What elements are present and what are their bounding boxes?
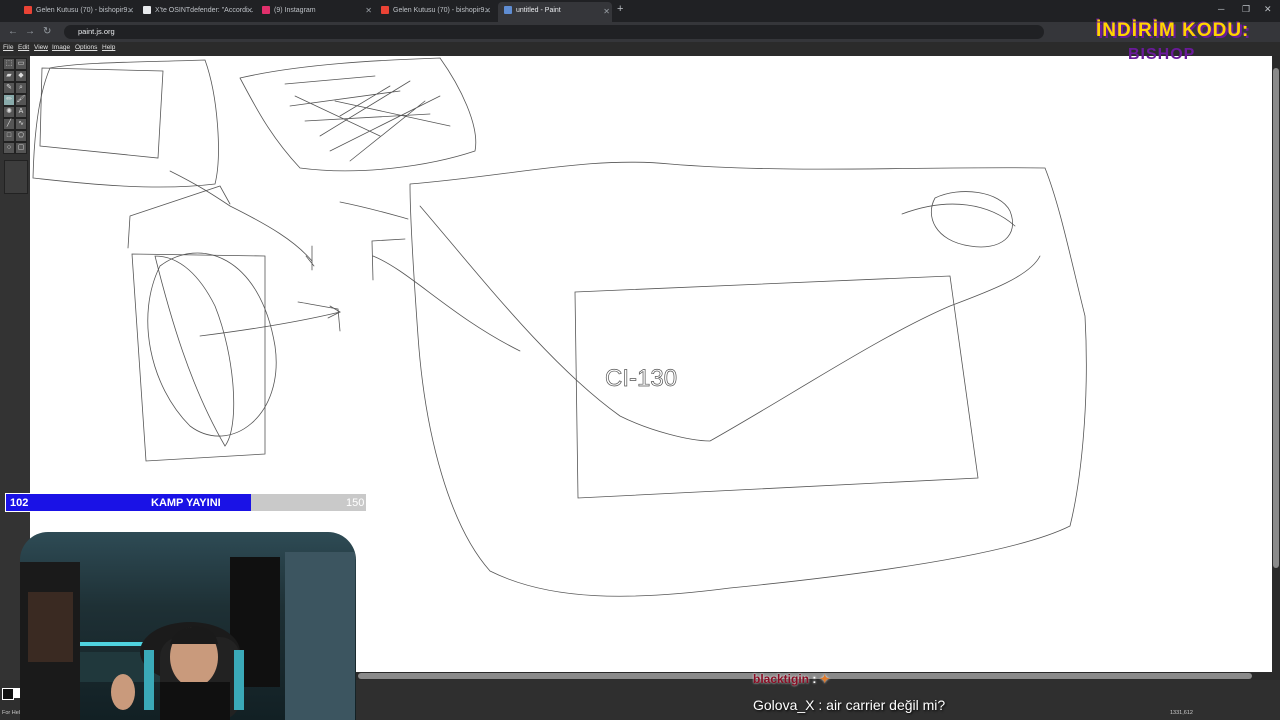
reload-icon[interactable]: ↻ <box>43 26 51 37</box>
text-icon[interactable]: A <box>15 106 27 118</box>
new-tab-button[interactable]: + <box>617 3 623 15</box>
rectangle-icon[interactable]: □ <box>3 130 15 142</box>
cursor-coordinates: 1331,612 <box>1170 710 1193 716</box>
tab-instagram[interactable]: (9) Instagram ✕ <box>262 3 374 19</box>
primary-color-swatch[interactable] <box>2 688 14 700</box>
tab-paint[interactable]: untitled - Paint ✕ <box>498 2 612 22</box>
progress-max: 150 <box>346 497 365 509</box>
sketch-mark <box>305 245 315 271</box>
airbrush-icon[interactable]: ✺ <box>3 106 15 118</box>
menu-file[interactable]: File <box>3 44 13 51</box>
chat-message-2: Golova_X : air carrier değil mi? <box>753 697 945 713</box>
close-icon[interactable]: ✕ <box>127 3 134 19</box>
menu-options[interactable]: Options <box>75 44 97 51</box>
tab-label: X'te OSINTdefender: "Accordi... <box>155 7 254 14</box>
line-icon[interactable]: ╱ <box>3 118 15 130</box>
forward-icon[interactable]: → <box>25 26 35 37</box>
tab-label: untitled - Paint <box>516 7 561 14</box>
webcam-image <box>20 552 355 720</box>
tab-gmail-2[interactable]: Gelen Kutusu (70) - bishopir9... ✕ <box>381 3 493 19</box>
curve-icon[interactable]: ∿ <box>15 118 27 130</box>
sketch-arrow-3 <box>371 238 521 352</box>
promo-code-value: BISHOP <box>1128 46 1196 63</box>
sketch-arc <box>901 203 1016 227</box>
chat-username: blacktigin <box>753 672 810 686</box>
sketch-line-2 <box>127 185 231 249</box>
eraser-icon[interactable]: ▰ <box>3 70 15 82</box>
rocket-emote-icon: ✦ <box>819 672 830 686</box>
fill-icon[interactable]: ◆ <box>15 70 27 82</box>
tab-label: Gelen Kutusu (70) - bishopir9... <box>393 7 491 14</box>
menu-view[interactable]: View <box>34 44 48 51</box>
progress-current: 102 <box>10 497 29 509</box>
ellipse-icon[interactable]: ○ <box>3 142 15 154</box>
tab-label: (9) Instagram <box>274 7 316 14</box>
menu-edit[interactable]: Edit <box>18 44 29 51</box>
color-picker-icon[interactable]: ✎ <box>3 82 15 94</box>
chat-message-1: blacktigin : ✦ <box>753 672 830 686</box>
sketch-ellipse-1 <box>147 252 277 437</box>
minimize-icon[interactable]: ─ <box>1218 4 1224 14</box>
sketch-line-1 <box>169 170 313 262</box>
tab-gmail-1[interactable]: Gelen Kutusu (70) - bishopir9... ✕ <box>24 3 136 19</box>
magnifier-icon[interactable]: ⌕ <box>15 82 27 94</box>
tab-x-post[interactable]: X'te OSINTdefender: "Accordi... ✕ <box>143 3 255 19</box>
close-icon[interactable]: ✕ <box>246 3 253 19</box>
vertical-scrollbar[interactable] <box>1272 56 1280 680</box>
chat-text: air carrier değil mi? <box>826 697 946 713</box>
chat-separator: : <box>812 672 817 686</box>
sketch-rect-1 <box>39 67 164 159</box>
brush-icon[interactable]: 🖌 <box>15 94 27 106</box>
menu-image[interactable]: Image <box>52 44 70 51</box>
chat-separator: : <box>818 697 823 713</box>
pencil-icon[interactable]: ✏ <box>3 94 15 106</box>
promo-code-title: İNDİRİM KODU: <box>1096 20 1250 41</box>
gmail-icon <box>381 6 389 15</box>
sketch-arrow-1 <box>199 305 342 337</box>
sketch-circle-1 <box>931 191 1013 248</box>
menu-help[interactable]: Help <box>102 44 115 51</box>
rect-select-icon[interactable]: ▭ <box>15 58 27 70</box>
browser-toolbar: ← → ↻ paint.js.org <box>0 22 1280 42</box>
sketch-line-3 <box>339 201 409 220</box>
sketch-outline-3 <box>409 161 1087 597</box>
browser-tab-bar: Gelen Kutusu (70) - bishopir9... ✕ X'te O… <box>0 0 1280 22</box>
menu-bar: File Edit View Image Options Help <box>0 42 1280 56</box>
vertical-scroll-thumb[interactable] <box>1273 68 1279 568</box>
sketch-ellipse-2 <box>154 255 235 447</box>
close-icon[interactable]: ✕ <box>603 3 610 21</box>
webcam-feed <box>20 532 356 720</box>
window-close-icon[interactable]: ✕ <box>1264 4 1272 15</box>
sketch-outline-1 <box>32 59 219 188</box>
close-icon[interactable]: ✕ <box>484 3 491 19</box>
rounded-rect-icon[interactable]: ▢ <box>15 142 27 154</box>
free-select-icon[interactable]: ⬚ <box>3 58 15 70</box>
paint-icon <box>504 6 512 15</box>
sketch-scribble <box>284 75 451 162</box>
address-bar[interactable]: paint.js.org <box>64 25 1044 39</box>
back-icon[interactable]: ← <box>8 26 18 37</box>
goal-progress-bar: 102 KAMP YAYINI 150 <box>5 493 367 512</box>
tab-label: Gelen Kutusu (70) - bishopir9... <box>36 7 134 14</box>
x-logo-icon <box>143 6 151 15</box>
sketch-outline-2 <box>239 57 477 172</box>
polygon-icon[interactable]: ⬠ <box>15 130 27 142</box>
canvas-text: CI-130 <box>605 365 677 392</box>
tool-options-panel[interactable] <box>4 160 28 194</box>
gmail-icon <box>24 6 32 15</box>
instagram-icon <box>262 6 270 15</box>
progress-label: KAMP YAYINI <box>151 497 221 509</box>
maximize-icon[interactable]: ❐ <box>1242 4 1250 15</box>
sketch-envelope-line <box>419 205 1041 442</box>
chat-username: Golova_X <box>753 697 815 713</box>
close-icon[interactable]: ✕ <box>365 3 372 19</box>
